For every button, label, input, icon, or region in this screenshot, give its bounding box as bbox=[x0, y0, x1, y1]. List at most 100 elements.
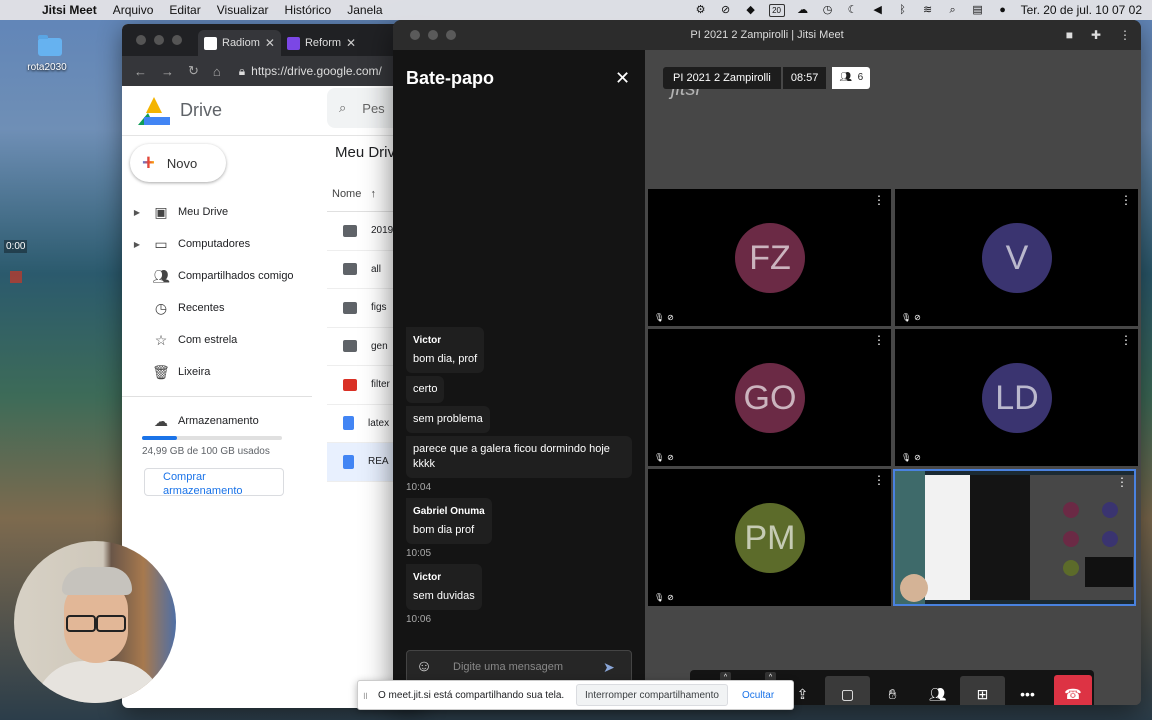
divider bbox=[122, 396, 312, 397]
clock-icon: ◷ bbox=[154, 299, 168, 316]
settings-gear-icon[interactable]: ⚙ bbox=[694, 3, 708, 17]
no-entry-icon[interactable]: ⊘ bbox=[719, 3, 733, 17]
muted-status-icon: 🎙︎⊘ bbox=[654, 313, 677, 322]
reload-icon[interactable]: ↻ bbox=[188, 63, 199, 79]
message-placeholder: Digite uma mensagem bbox=[453, 661, 564, 673]
buy-storage-button[interactable]: Comprar armazenamento bbox=[144, 468, 284, 497]
message-sender: Victor bbox=[413, 335, 442, 346]
tab-radiom[interactable]: Radiom ✕ bbox=[198, 30, 281, 56]
star-icon: ☆ bbox=[154, 331, 168, 348]
sidebar-item-label: Lixeira bbox=[178, 366, 211, 378]
more-vertical-icon[interactable]: ⋮ bbox=[1120, 333, 1132, 347]
more-options-button[interactable]: ••• bbox=[1005, 686, 1050, 702]
more-vertical-icon[interactable]: ⋮ bbox=[1120, 193, 1132, 207]
new-button[interactable]: + Novo bbox=[130, 144, 226, 182]
control-center-icon[interactable]: ▤ bbox=[971, 3, 985, 17]
close-tab-icon[interactable]: ✕ bbox=[265, 36, 275, 50]
sidebar-item-recentes[interactable]: ◷ Recentes bbox=[122, 292, 312, 324]
chat-message: certo bbox=[406, 376, 636, 406]
tile-view-button[interactable]: ⊞ bbox=[960, 676, 1005, 705]
back-icon[interactable]: ← bbox=[134, 64, 147, 79]
siri-icon[interactable]: ● bbox=[996, 3, 1010, 17]
muted-status-icon: 🎙︎⊘ bbox=[654, 453, 677, 462]
message-time: 10:05 bbox=[406, 548, 432, 559]
close-tab-icon[interactable]: ✕ bbox=[346, 36, 356, 50]
search-icon[interactable]: ⌕ bbox=[946, 3, 960, 17]
avatar: FZ bbox=[735, 223, 805, 293]
message-time: 10:06 bbox=[406, 614, 432, 625]
drag-handle-icon[interactable]: ॥ bbox=[358, 688, 372, 702]
tab-label: Reform bbox=[304, 37, 342, 49]
more-vertical-icon[interactable]: ⋮ bbox=[873, 193, 885, 207]
sidebar-item-label: Recentes bbox=[178, 302, 225, 314]
desktop-folder[interactable]: rota2030 bbox=[27, 35, 70, 73]
night-mode-icon[interactable]: ☾ bbox=[846, 3, 860, 17]
camera-icon[interactable]: ■ bbox=[1066, 28, 1073, 42]
cloud-icon[interactable]: ☁ bbox=[796, 3, 810, 17]
menu-editar[interactable]: Editar bbox=[161, 3, 208, 17]
sidebar-item-computadores[interactable]: ▶ ▭ Computadores bbox=[122, 228, 312, 260]
participants-count[interactable]: 👥︎ 6 bbox=[832, 67, 871, 89]
expand-arrow-icon[interactable]: ▶ bbox=[122, 208, 144, 217]
expand-arrow-icon[interactable]: ▶ bbox=[122, 240, 144, 249]
sidebar-item-label: Meu Drive bbox=[178, 206, 229, 218]
menu-arquivo[interactable]: Arquivo bbox=[105, 3, 162, 17]
more-vertical-icon[interactable]: ⋮ bbox=[873, 473, 885, 487]
avatar: V bbox=[982, 223, 1052, 293]
folder-icon bbox=[38, 35, 62, 56]
wifi-icon[interactable]: ≋ bbox=[921, 3, 935, 17]
folder-icon bbox=[343, 301, 357, 314]
window-controls bbox=[122, 35, 198, 45]
sort-up-icon[interactable]: ↑ bbox=[364, 188, 377, 200]
tab-reform[interactable]: Reform ✕ bbox=[281, 30, 362, 56]
volume-icon[interactable]: ◀ bbox=[871, 3, 885, 17]
code-file-icon bbox=[343, 378, 357, 391]
sidebar-item-label: Computadores bbox=[178, 238, 251, 250]
hangup-button[interactable]: ☎︎ bbox=[1054, 675, 1092, 705]
more-vertical-icon[interactable]: ⋮ bbox=[1119, 28, 1131, 42]
close-icon[interactable]: ✕ bbox=[615, 68, 630, 89]
tile-screen-share[interactable]: ⋮ bbox=[893, 469, 1136, 606]
more-vertical-icon[interactable]: ⋮ bbox=[1116, 475, 1128, 489]
emoji-icon[interactable]: ☺ bbox=[407, 658, 441, 676]
calendar-icon[interactable]: 20 bbox=[768, 3, 785, 17]
close-window-button[interactable] bbox=[136, 35, 146, 45]
menu-janela[interactable]: Janela bbox=[339, 3, 390, 17]
address-bar[interactable]: 🔒︎ https://drive.google.com/ bbox=[239, 64, 382, 79]
sidebar-item-lixeira[interactable]: 🗑︎ Lixeira bbox=[122, 356, 312, 388]
chat-button[interactable]: ▢ bbox=[825, 676, 870, 705]
sidebar-item-com-estrela[interactable]: ☆ Com estrela bbox=[122, 324, 312, 356]
participant-tile[interactable]: FZ ⋮ 🎙︎⊘ bbox=[648, 189, 891, 326]
time-machine-icon[interactable]: ◷ bbox=[821, 3, 835, 17]
menu-app-name[interactable]: Jitsi Meet bbox=[34, 3, 105, 17]
menu-historico[interactable]: Histórico bbox=[277, 3, 340, 17]
menu-visualizar[interactable]: Visualizar bbox=[209, 3, 277, 17]
participant-tile[interactable]: LD ⋮ 🎙︎⊘ bbox=[895, 329, 1138, 466]
hide-button[interactable]: Ocultar bbox=[728, 690, 774, 701]
record-stop-icon[interactable] bbox=[10, 271, 22, 283]
stop-sharing-button[interactable]: Interromper compartilhamento bbox=[576, 684, 728, 706]
participant-tile[interactable]: PM ⋮ 🎙︎⊘ bbox=[648, 469, 891, 606]
menu-bar-clock[interactable]: Ter. 20 de jul. 10 07 02 bbox=[1021, 3, 1142, 17]
participant-tile[interactable]: V ⋮ 🎙︎⊘ bbox=[895, 189, 1138, 326]
sidebar-item-compartilhados[interactable]: 👥︎ Compartilhados comigo bbox=[122, 260, 312, 292]
sidebar-item-meu-drive[interactable]: ▶ ▣ Meu Drive bbox=[122, 196, 312, 228]
participant-tile[interactable]: GO ⋮ 🎙︎⊘ bbox=[648, 329, 891, 466]
message-input[interactable]: ☺ Digite uma mensagem ➤ bbox=[406, 650, 632, 684]
raise-hand-button[interactable]: ✋︎ bbox=[870, 686, 915, 703]
zoom-window-button[interactable] bbox=[172, 35, 182, 45]
forward-icon[interactable]: → bbox=[161, 64, 174, 79]
meeting-info-bar: PI 2021 2 Zampirolli 08:57 👥︎ 6 bbox=[663, 67, 871, 89]
send-icon[interactable]: ➤ bbox=[603, 659, 631, 676]
webcam-overlay[interactable] bbox=[14, 541, 176, 703]
minimize-window-button[interactable] bbox=[154, 35, 164, 45]
message-text: parece que a galera ficou dormindo hoje … bbox=[413, 443, 610, 470]
participants-button[interactable]: 👥︎ bbox=[915, 686, 960, 703]
extension-icon[interactable]: ✚ bbox=[1091, 28, 1101, 42]
home-icon[interactable]: ⌂ bbox=[213, 64, 221, 79]
more-vertical-icon[interactable]: ⋮ bbox=[873, 333, 885, 347]
drive-logo-icon[interactable] bbox=[138, 96, 170, 125]
bluetooth-icon[interactable]: ᛒ bbox=[896, 3, 910, 17]
dropbox-icon[interactable]: ◆ bbox=[744, 3, 758, 17]
sidebar-item-armazenamento[interactable]: ☁ Armazenamento bbox=[122, 405, 312, 437]
